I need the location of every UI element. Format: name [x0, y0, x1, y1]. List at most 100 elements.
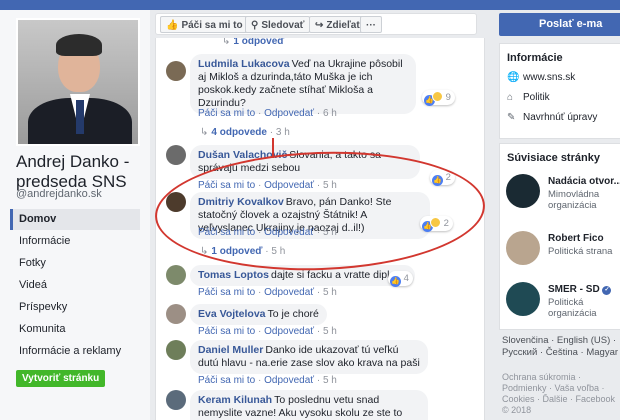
reply-link[interactable]: Odpovedať: [264, 375, 314, 386]
right-sidebar: Poslať e-ma Informácie 🌐 www.sns.sk ⌂ Poli…: [494, 10, 620, 420]
info-title: Informácie: [507, 52, 563, 64]
follow-button[interactable]: ⚲ Sledovať: [245, 16, 311, 33]
avatar[interactable]: [166, 340, 186, 360]
comment-author[interactable]: Tomas Loptos: [198, 269, 269, 281]
language-links[interactable]: Slovenčina · English (US) · Русский · Če…: [502, 335, 620, 359]
website-row[interactable]: 🌐 www.sns.sk: [507, 72, 575, 83]
avatar[interactable]: [166, 265, 186, 285]
comment-time: 5 h: [322, 375, 337, 386]
replies-link[interactable]: ↳ 1 odpoveď · 5 h: [200, 246, 285, 257]
comment-author[interactable]: Keram Kilunah: [198, 394, 272, 406]
comment-author[interactable]: Eva Vojtelova: [198, 308, 266, 320]
category-link[interactable]: Politik: [523, 92, 550, 103]
reaction-count[interactable]: 👍 4: [388, 271, 413, 287]
like-link[interactable]: Páči sa mi to: [198, 326, 255, 337]
thumbs-up-icon: 👍: [166, 20, 179, 31]
page-nav: Domov Informácie Fotky Videá Príspevky K…: [10, 209, 140, 363]
category-row[interactable]: ⌂ Politik: [507, 92, 550, 103]
like-link[interactable]: Páči sa mi to: [198, 227, 255, 238]
nav-videos[interactable]: Videá: [10, 275, 140, 296]
avatar[interactable]: [166, 390, 186, 410]
comment-author[interactable]: Dmitriy Kovalkov: [198, 196, 284, 208]
share-button[interactable]: ↪ Zdieľať: [309, 16, 368, 33]
replies-link[interactable]: ↳ 1 odpoveď: [222, 38, 284, 47]
related-page-name[interactable]: SMER - SD ✓: [548, 284, 612, 295]
website-link[interactable]: www.sns.sk: [523, 72, 575, 83]
reaction-number: 4: [403, 273, 409, 284]
page-handle[interactable]: @andrejdanko.sk: [16, 188, 102, 200]
reaction-count[interactable]: 👍 9: [422, 90, 455, 106]
like-page-button[interactable]: 👍 Páči sa mi to: [160, 16, 249, 33]
left-sidebar: Andrej Danko - predseda SNS @andrejdanko…: [0, 10, 150, 420]
photo-hair: [56, 34, 102, 56]
related-page-name[interactable]: Nadácia otvor...: [548, 176, 620, 187]
verified-icon: ✓: [602, 286, 612, 295]
comment-time: 5 h: [322, 227, 337, 238]
nav-info-ads[interactable]: Informácie a reklamy: [10, 341, 140, 362]
comment-meta: Páči sa mi to · Odpovedať · 5 h: [198, 227, 337, 238]
comment-bubble: Eva Vojtelova To je choré: [190, 304, 327, 325]
suggest-edits-link[interactable]: Navrhnúť úpravy: [523, 112, 597, 123]
reaction-number: 2: [445, 172, 451, 183]
photo-tie: [76, 100, 84, 134]
reaction-number: 2: [443, 218, 449, 229]
reply-link[interactable]: Odpovedať: [264, 180, 314, 191]
comment-author[interactable]: Daniel Muller: [198, 344, 263, 356]
avatar[interactable]: [166, 192, 186, 212]
replies-link[interactable]: ↳ 4 odpovede · 3 h: [200, 127, 290, 138]
footer-links[interactable]: Ochrana súkromia · Podmienky · Vaša voľb…: [502, 372, 620, 416]
nav-photos[interactable]: Fotky: [10, 253, 140, 274]
reply-link[interactable]: Odpovedať: [264, 227, 314, 238]
like-link[interactable]: Páči sa mi to: [198, 108, 255, 119]
reaction-count[interactable]: 👍 2: [420, 216, 453, 232]
avatar[interactable]: [166, 61, 186, 81]
share-label: Zdieľať: [326, 20, 362, 31]
replies-count: 1 odpoveď: [233, 38, 285, 47]
avatar[interactable]: [166, 304, 186, 324]
nav-community[interactable]: Komunita: [10, 319, 140, 340]
reply-arrow-icon: ↳: [222, 38, 231, 47]
pencil-icon: ✎: [507, 112, 516, 123]
comment-text: dajte si facku a vratte diplom.: [270, 269, 407, 281]
page-name[interactable]: Andrej Danko - predseda SNS: [16, 152, 146, 192]
create-page-button[interactable]: Vytvoriť stránku: [16, 370, 106, 387]
comment-author[interactable]: Ludmila Lukacova: [198, 58, 290, 70]
tag-icon: ⌂: [507, 92, 514, 103]
reply-link[interactable]: Odpovedať: [264, 287, 314, 298]
send-email-button[interactable]: Poslať e-ma: [499, 13, 620, 36]
nav-home[interactable]: Domov: [10, 209, 140, 230]
top-bar: [0, 0, 620, 10]
comment-bubble: Tomas Loptos dajte si facku a vratte dipl…: [190, 265, 415, 286]
profile-photo[interactable]: [16, 18, 140, 146]
comment-time: 6 h: [322, 108, 337, 119]
like-link[interactable]: Páči sa mi to: [198, 180, 255, 191]
comment-bubble: Dušan Valachovič Slovania, a takto sa spr…: [190, 145, 420, 179]
reaction-count[interactable]: 👍 2: [430, 170, 455, 186]
replies-time: · 3 h: [269, 127, 290, 138]
related-page-category: Mimovládna organizácia: [548, 189, 600, 211]
avatar[interactable]: [166, 145, 186, 165]
like-reaction-icon: 👍: [432, 175, 443, 186]
like-link[interactable]: Páči sa mi to: [198, 375, 255, 386]
reply-link[interactable]: Odpovedať: [264, 326, 314, 337]
nav-about[interactable]: Informácie: [10, 231, 140, 252]
replies-time-value: 3 h: [275, 127, 290, 138]
related-page-logo[interactable]: [506, 282, 540, 316]
more-button[interactable]: ···: [360, 16, 382, 33]
page: Andrej Danko - predseda SNS @andrejdanko…: [0, 10, 620, 420]
related-page-name[interactable]: Robert Fico: [548, 233, 604, 244]
reply-arrow-icon: ↳: [200, 127, 209, 138]
like-link[interactable]: Páči sa mi to: [198, 287, 255, 298]
reply-link[interactable]: Odpovedať: [264, 108, 314, 119]
related-pages-card: Súvisiace stránky Nadácia otvor... Mimov…: [499, 143, 620, 330]
replies-count: 4 odpovede: [211, 127, 267, 138]
comment-meta: Páči sa mi to · Odpovedať · 6 h: [198, 108, 337, 119]
nav-posts[interactable]: Príspevky: [10, 297, 140, 318]
share-icon: ↪: [315, 20, 324, 31]
suggest-edits-row[interactable]: ✎ Navrhnúť úpravy: [507, 112, 597, 123]
related-page-logo[interactable]: [506, 231, 540, 265]
highlight-arrow: [272, 138, 274, 158]
related-page-category: Politická strana: [548, 246, 613, 257]
comment-bubble: Keram Kilunah To poslednu vetu snad nemys…: [190, 390, 428, 420]
related-page-logo[interactable]: [506, 174, 540, 208]
